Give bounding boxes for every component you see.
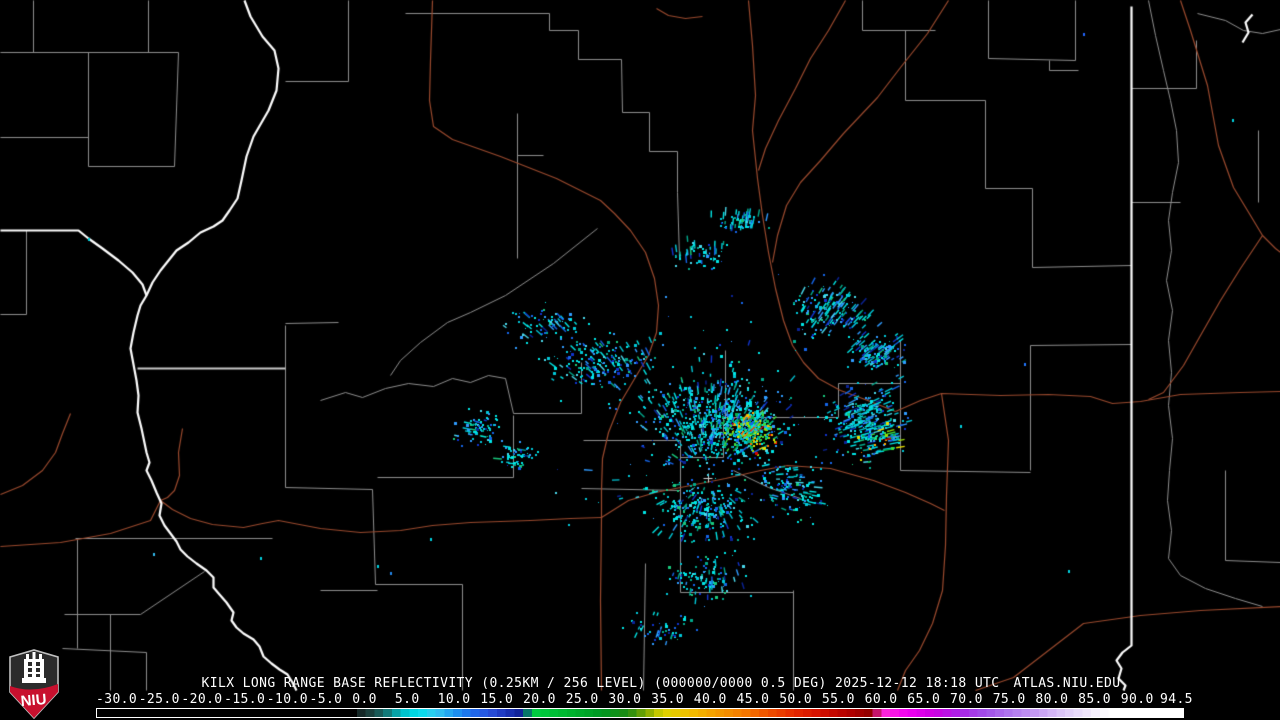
colorbar-tick-label: 90.0	[1120, 692, 1154, 707]
colorbar-scale-labels: -30.0 -25.0 -20.0 -15.0 -10.0 -5.0 0.0 5.0 10.0 1…	[0, 692, 1280, 707]
colorbar-tick-label: -5.0	[309, 692, 343, 707]
colorbar-tick-label: 50.0	[779, 692, 813, 707]
colorbar-tick-label: 35.0	[651, 692, 685, 707]
reflectivity-colorbar	[96, 708, 1184, 718]
colorbar-tick-label: -25.0	[138, 692, 180, 707]
source-url: ATLAS.NIU.EDU	[1013, 676, 1121, 691]
colorbar-tick-label: 40.0	[693, 692, 727, 707]
colorbar-tick-label: 5.0	[394, 692, 420, 707]
colorbar-tick-label: -20.0	[181, 692, 223, 707]
radar-map-canvas	[0, 0, 1280, 720]
colorbar-tick-label: 15.0	[480, 692, 514, 707]
colorbar-tick-label: 55.0	[821, 692, 855, 707]
colorbar-tick-label: -30.0	[96, 692, 138, 707]
colorbar-tick-label: 85.0	[1078, 692, 1112, 707]
product-title: KILX LONG RANGE BASE REFLECTIVITY (0.25K…	[201, 676, 1000, 691]
colorbar-tick-label: 94.5	[1160, 692, 1193, 707]
radar-display: NIU KILX LONG RANGE BASE REFLECTIVITY (0…	[0, 0, 1280, 720]
colorbar-tick-label: 75.0	[992, 692, 1026, 707]
colorbar-gradient-bar	[97, 709, 1183, 717]
colorbar-tick-label: 25.0	[565, 692, 599, 707]
colorbar-tick-label: 80.0	[1035, 692, 1069, 707]
colorbar-tick-label: -15.0	[224, 692, 266, 707]
colorbar-tick-label: 10.0	[437, 692, 471, 707]
colorbar-tick-label: 60.0	[864, 692, 898, 707]
colorbar-tick-label: 65.0	[907, 692, 941, 707]
colorbar-tick-label: -10.0	[266, 692, 308, 707]
colorbar-tick-label: 20.0	[523, 692, 556, 707]
colorbar-tick-label: 45.0	[736, 692, 770, 707]
colorbar-tick-label: 30.0	[608, 692, 642, 707]
niu-logo: NIU	[9, 649, 59, 720]
product-caption: KILX LONG RANGE BASE REFLECTIVITY (0.25K…	[202, 677, 1121, 690]
colorbar-tick-label: 0.0	[352, 692, 377, 707]
colorbar-tick-label: 70.0	[950, 692, 983, 707]
